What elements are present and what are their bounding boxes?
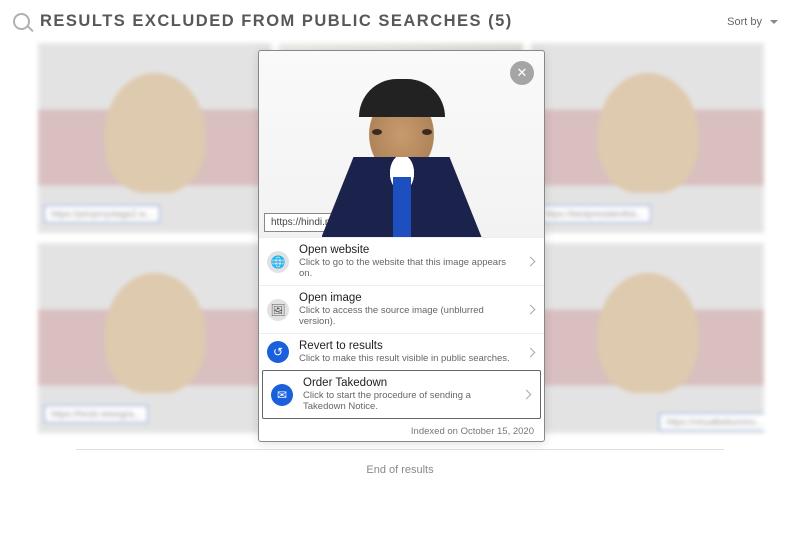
action-title: Open image	[299, 292, 517, 304]
action-order-takedown[interactable]: ✉ Order Takedown Click to start the proc…	[262, 370, 541, 419]
chevron-right-icon	[522, 390, 532, 400]
header: RESULTS EXCLUDED FROM PUBLIC SEARCHES (5…	[0, 0, 800, 43]
modal-image: ✕ https://hindi.newsgra...	[259, 51, 544, 237]
modal-url-chip[interactable]: https://hindi.newsgra...	[264, 213, 384, 232]
action-title: Open website	[299, 244, 517, 256]
result-card[interactable]: https://visualbeliummu...	[531, 243, 764, 433]
modal-actions: 🌐 Open website Click to go to the websit…	[259, 237, 544, 419]
action-title: Order Takedown	[303, 377, 513, 389]
result-url-chip[interactable]: https://visualbeliummu...	[659, 413, 764, 431]
result-url-chip[interactable]: https://pimpmystage2.w...	[44, 205, 160, 223]
sort-by-label: Sort by	[727, 16, 762, 28]
divider	[76, 449, 724, 450]
chevron-right-icon	[526, 257, 536, 267]
chevron-right-icon	[526, 305, 536, 315]
chevron-down-icon	[770, 20, 778, 24]
result-card[interactable]: https://hindi.newsgra...	[38, 243, 271, 433]
sort-by-dropdown[interactable]: Sort by	[727, 16, 778, 28]
globe-icon: 🌐	[267, 251, 289, 273]
stamp-icon: ✉	[271, 384, 293, 406]
action-desc: Click to make this result visible in pub…	[299, 353, 517, 364]
undo-icon: ↺	[267, 341, 289, 363]
action-open-website[interactable]: 🌐 Open website Click to go to the websit…	[259, 237, 544, 285]
result-url-chip[interactable]: https://bestpresidentlist...	[537, 205, 651, 223]
action-revert-to-results[interactable]: ↺ Revert to results Click to make this r…	[259, 333, 544, 370]
action-title: Revert to results	[299, 340, 517, 352]
action-desc: Click to access the source image (unblur…	[299, 305, 517, 327]
result-card[interactable]: https://pimpmystage2.w...	[38, 43, 271, 233]
close-button[interactable]: ✕	[510, 61, 534, 85]
end-of-results-label: End of results	[38, 464, 762, 476]
image-icon: 🖼	[267, 299, 289, 321]
result-url-chip[interactable]: https://hindi.newsgra...	[44, 405, 148, 423]
close-icon: ✕	[517, 65, 528, 81]
result-card[interactable]: https://bestpresidentlist...	[531, 43, 764, 233]
page-title: RESULTS EXCLUDED FROM PUBLIC SEARCHES (5…	[40, 12, 513, 31]
result-detail-modal: ✕ https://hindi.newsgra... 🌐 Open websit…	[258, 50, 545, 442]
search-icon[interactable]	[13, 13, 30, 30]
indexed-date: Indexed on October 15, 2020	[259, 422, 544, 441]
action-open-image[interactable]: 🖼 Open image Click to access the source …	[259, 285, 544, 333]
action-desc: Click to start the procedure of sending …	[303, 390, 513, 412]
header-left: RESULTS EXCLUDED FROM PUBLIC SEARCHES (5…	[13, 12, 513, 31]
chevron-right-icon	[526, 347, 536, 357]
action-desc: Click to go to the website that this ima…	[299, 257, 517, 279]
